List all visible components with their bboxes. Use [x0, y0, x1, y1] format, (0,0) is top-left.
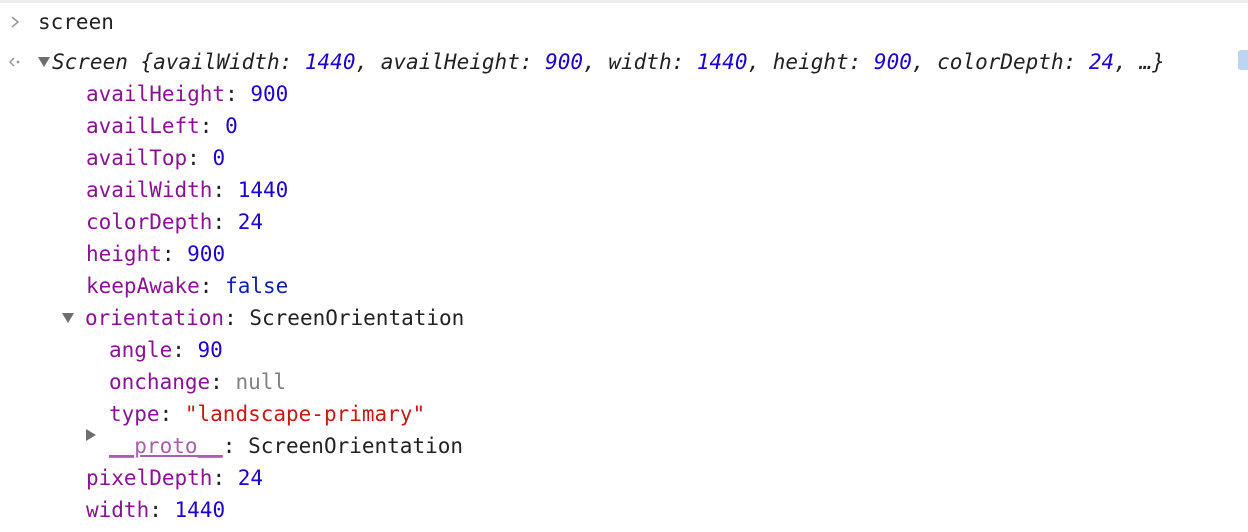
info-badge[interactable] — [1238, 50, 1248, 70]
property-value: 90 — [197, 338, 223, 362]
property-entry: availTop: 0 — [86, 142, 225, 174]
summary-ellipsis: …} — [1139, 50, 1165, 74]
property-value: 1440 — [237, 178, 289, 202]
property-key: availLeft — [86, 114, 200, 138]
property-colon: : — [199, 114, 226, 138]
property-key: availWidth — [86, 178, 213, 202]
summary-sep: , — [911, 50, 938, 74]
summary-key: availHeight — [380, 50, 520, 74]
property-entry: keepAwake: false — [86, 270, 288, 302]
chevron-right-icon — [8, 6, 22, 38]
property-value: ScreenOrientation — [249, 306, 465, 330]
property-colon: : — [212, 178, 238, 202]
property-colon: : — [187, 146, 213, 170]
property-key: availHeight — [86, 82, 226, 106]
property-colon: : — [159, 402, 185, 426]
property-entry: availLeft: 0 — [86, 110, 238, 142]
property-value: "landscape-primary" — [184, 402, 426, 426]
property-colon: : — [212, 466, 238, 490]
property-entry: availHeight: 900 — [86, 78, 288, 110]
property-key: pixelDepth — [86, 466, 213, 490]
property-colon: : — [224, 306, 250, 330]
expand-triangle-right-icon[interactable] — [86, 429, 100, 462]
property-entry: availWidth: 1440 — [86, 174, 288, 206]
property-entry: height: 900 — [86, 238, 225, 270]
expand-triangle-down-icon[interactable] — [62, 302, 76, 334]
property-value: null — [235, 370, 287, 394]
property-entry: pixelDepth: 24 — [86, 462, 263, 494]
property-key: colorDepth — [86, 210, 213, 234]
summary-sep: , — [747, 50, 773, 74]
property-value: 24 — [237, 466, 264, 490]
summary-colon: : — [1063, 50, 1089, 74]
proto-key: __proto__ — [109, 434, 223, 458]
property-colon: : — [222, 434, 249, 458]
property-value: 0 — [212, 146, 226, 170]
summary-colon: : — [279, 50, 305, 74]
summary-value: 900 — [873, 50, 912, 74]
summary-value: 1440 — [696, 50, 748, 74]
console-command: screen — [38, 10, 114, 34]
property-colon: : — [225, 82, 251, 106]
property-colon: : — [161, 242, 188, 266]
property-entry: colorDepth: 24 — [86, 206, 263, 238]
summary-open-brace: { — [127, 50, 154, 74]
property-key: onchange — [109, 370, 211, 394]
proto-entry: __proto__: ScreenOrientation — [86, 429, 464, 462]
summary-sep: , — [355, 50, 381, 74]
return-arrow-icon — [6, 46, 24, 78]
property-value: 900 — [250, 82, 289, 106]
property-key: width — [86, 498, 150, 522]
property-colon: : — [172, 338, 198, 362]
property-colon: : — [199, 274, 226, 298]
summary-colon: : — [671, 50, 697, 74]
summary-value: 24 — [1088, 50, 1115, 74]
summary-type: Screen — [52, 50, 128, 74]
property-entry: angle: 90 — [109, 334, 223, 366]
summary-key: availWidth — [153, 50, 280, 74]
summary-value: 1440 — [304, 50, 356, 74]
summary-key: width — [608, 50, 672, 74]
property-entry: width: 1440 — [86, 494, 225, 526]
summary-key: colorDepth — [937, 50, 1064, 74]
property-key: orientation — [85, 306, 225, 330]
property-key: type — [109, 402, 160, 426]
summary-pairs: availWidth: 1440, availHeight: 900, widt… — [153, 50, 1139, 74]
summary-key: height — [772, 50, 849, 74]
property-colon: : — [210, 370, 236, 394]
property-key: angle — [109, 338, 173, 362]
summary-colon: : — [848, 50, 874, 74]
property-entry: onchange: null — [109, 366, 286, 398]
console-divider — [0, 0, 1248, 3]
property-key: keepAwake — [86, 274, 200, 298]
property-key: height — [86, 242, 162, 266]
property-key: availTop — [86, 146, 188, 170]
proto-value: ScreenOrientation — [248, 434, 464, 458]
property-entry: type: "landscape-primary" — [109, 398, 425, 430]
property-value: false — [225, 274, 289, 298]
property-value: 1440 — [174, 498, 226, 522]
summary-sep: , — [1114, 50, 1140, 74]
property-value: 0 — [225, 114, 238, 138]
orientation-entry: orientation: ScreenOrientation — [62, 302, 464, 334]
summary-colon: : — [519, 50, 546, 74]
expand-triangle-down-icon[interactable] — [38, 46, 52, 78]
result-summary: Screen {availWidth: 1440, availHeight: 9… — [38, 46, 1165, 78]
summary-sep: , — [583, 50, 609, 74]
property-colon: : — [149, 498, 175, 522]
summary-value: 900 — [545, 50, 584, 74]
property-value: 24 — [237, 210, 264, 234]
property-value: 900 — [187, 242, 226, 266]
property-colon: : — [212, 210, 238, 234]
